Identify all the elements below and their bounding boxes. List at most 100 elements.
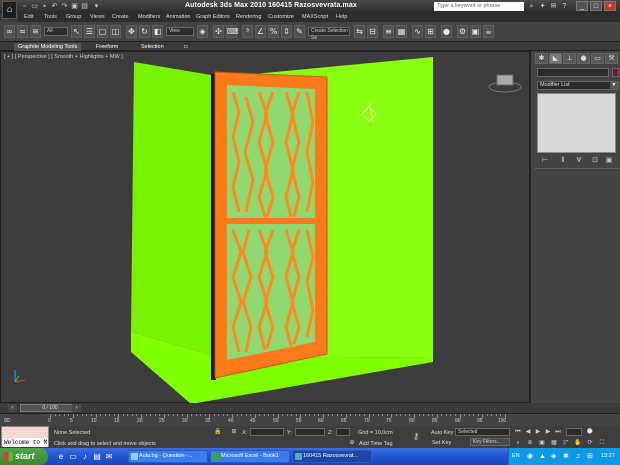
save-icon[interactable]: ▪ <box>40 2 49 11</box>
volume-icon[interactable]: ♫ <box>575 448 580 465</box>
snaps-toggle-icon[interactable]: ³ <box>242 25 253 38</box>
layer-manager-icon[interactable]: ≡ <box>383 25 394 38</box>
media-quicklaunch-icon[interactable]: ♪ <box>80 451 90 462</box>
link-icon[interactable]: ∞ <box>4 25 15 38</box>
zoom-all-icon[interactable]: ⊕ <box>526 439 534 447</box>
percent-snap-icon[interactable]: % <box>268 25 279 38</box>
minimize-button[interactable]: _ <box>576 1 588 11</box>
key-filters-button[interactable]: Key Filters... <box>470 438 510 446</box>
align-icon[interactable]: ⊟ <box>367 25 378 38</box>
tray-icon[interactable]: ◉ <box>527 448 533 465</box>
network-icon[interactable]: ⊞ <box>587 448 593 465</box>
selection-region-icon[interactable]: ▢ <box>97 25 108 38</box>
track-bar[interactable]: ⌧ 0 5 10 15 20 25 30 35 40 45 50 55 60 6… <box>0 413 620 426</box>
configure-sets-icon[interactable]: ▣ <box>605 156 613 165</box>
hold-icon[interactable]: ▣ <box>70 2 79 11</box>
render-production-icon[interactable]: ☕ <box>483 25 494 38</box>
menu-graph-editors[interactable]: Graph Editors <box>196 14 230 21</box>
create-tab-icon[interactable]: ✱ <box>535 53 548 64</box>
unlink-icon[interactable]: ≈ <box>17 25 28 38</box>
menu-customize[interactable]: Customize <box>268 14 294 21</box>
clock[interactable]: 13:27 <box>601 448 615 465</box>
subscription-icon[interactable]: ✦ <box>538 2 547 11</box>
time-tag-icon[interactable]: ⊕ <box>348 439 356 447</box>
maxscript-output[interactable]: Welcome to M <box>3 438 48 447</box>
open-file-icon[interactable]: ▭ <box>30 2 39 11</box>
search-input[interactable]: Type a keyword or phrase <box>434 2 524 11</box>
menu-maxscript[interactable]: MAXScript <box>302 14 328 21</box>
modifier-list-dropdown[interactable]: Modifier List ▼ <box>537 81 619 90</box>
select-and-move-icon[interactable]: ✥ <box>126 25 137 38</box>
modify-tab-icon[interactable]: ◣ <box>549 53 562 64</box>
schematic-view-icon[interactable]: ⊞ <box>425 25 436 38</box>
tab-freeform[interactable]: Freeform <box>92 43 122 51</box>
y-coordinate-field[interactable] <box>295 428 325 436</box>
next-frame-icon[interactable]: ▶ <box>544 428 552 436</box>
close-button[interactable]: × <box>604 1 616 11</box>
remove-modifier-icon[interactable]: ⊡ <box>591 156 599 165</box>
start-button[interactable]: start <box>0 448 48 465</box>
reference-coordinate-dropdown[interactable]: View <box>166 27 194 36</box>
menu-tools[interactable]: Tools <box>44 14 57 21</box>
communication-icon[interactable]: ✉ <box>549 2 558 11</box>
keyboard-shortcut-override-icon[interactable]: ⌨ <box>226 25 239 38</box>
menu-group[interactable]: Group <box>66 14 81 21</box>
menu-edit[interactable]: Edit <box>24 14 33 21</box>
menu-create[interactable]: Create <box>112 14 129 21</box>
tray-icon[interactable]: ▲ <box>539 448 546 465</box>
pan-icon[interactable]: ✋ <box>574 439 582 447</box>
search-icon[interactable]: ⌕ <box>527 2 536 11</box>
spinner-snap-icon[interactable]: ⇕ <box>281 25 292 38</box>
fetch-icon[interactable]: ▤ <box>80 2 89 11</box>
taskbar-item-3dsmax[interactable]: 160415 Razosvevrat... <box>292 450 372 463</box>
play-icon[interactable]: ▶ <box>534 428 542 436</box>
maximize-button[interactable]: □ <box>590 1 602 11</box>
previous-frame-icon[interactable]: ◀ <box>524 428 532 436</box>
zoom-icon[interactable]: ⌕ <box>514 439 522 447</box>
selection-filter-dropdown[interactable]: All <box>44 27 68 36</box>
auto-key-button[interactable]: Auto Key <box>431 430 453 436</box>
render-setup-icon[interactable]: ⚙ <box>457 25 468 38</box>
show-end-result-icon[interactable]: ‖ <box>559 156 567 165</box>
tab-graphite-modeling-tools[interactable]: Graphite Modeling Tools <box>14 43 82 51</box>
lock-selection-icon[interactable]: 🔒 <box>214 428 222 436</box>
perspective-viewport[interactable]: [ + ] [ Perspective ] [ Smooth + Highlig… <box>0 51 530 404</box>
object-name-field[interactable] <box>537 68 609 77</box>
tray-icon[interactable]: ◈ <box>551 448 556 465</box>
menu-animation[interactable]: Animation <box>166 14 190 21</box>
maxscript-listener[interactable]: Welcome to M <box>1 426 49 447</box>
undo-icon[interactable]: ↶ <box>50 2 59 11</box>
track-bar-toggle-icon[interactable]: ⌧ <box>4 418 10 424</box>
new-file-icon[interactable]: ▫ <box>20 2 29 11</box>
email-quicklaunch-icon[interactable]: ✉ <box>104 451 114 462</box>
add-time-tag[interactable]: Add Time Tag <box>359 441 393 447</box>
time-slider-next-icon[interactable]: › <box>72 404 81 412</box>
object-color-swatch[interactable] <box>612 68 619 77</box>
go-to-end-icon[interactable]: ⏭ <box>554 428 562 436</box>
modifier-stack[interactable] <box>537 93 616 153</box>
current-frame-field[interactable] <box>566 428 582 436</box>
utilities-tab-icon[interactable]: ⚒ <box>605 53 618 64</box>
taskbar-item-aula[interactable]: Aula.bg - Question -... <box>128 450 208 463</box>
edit-named-selection-icon[interactable]: ✎ <box>294 25 305 38</box>
desktop-quicklaunch-icon[interactable]: ▭ <box>68 451 78 462</box>
pin-stack-icon[interactable]: ⊢ <box>541 156 549 165</box>
key-icon[interactable]: ⚷ <box>412 432 420 441</box>
zoom-extents-icon[interactable]: ▣ <box>538 439 546 447</box>
absolute-mode-icon[interactable]: ⊞ <box>230 428 238 436</box>
window-crossing-icon[interactable]: ◫ <box>110 25 121 38</box>
zoom-extents-all-icon[interactable]: ▦ <box>550 439 558 447</box>
field-of-view-icon[interactable]: ◸ <box>562 439 570 447</box>
maximize-viewport-icon[interactable]: ⛶ <box>598 439 606 447</box>
bind-space-warp-icon[interactable]: ≋ <box>30 25 41 38</box>
menu-rendering[interactable]: Rendering <box>236 14 261 21</box>
tab-selection[interactable]: Selection <box>137 43 168 51</box>
go-to-start-icon[interactable]: ⏮ <box>514 428 522 436</box>
z-coordinate-field[interactable] <box>336 428 350 436</box>
graphite-toggle-icon[interactable]: ▦ <box>396 25 407 38</box>
tray-icon[interactable]: ✱ <box>563 448 569 465</box>
pivot-center-icon[interactable]: ◈ <box>197 25 208 38</box>
rendered-frame-window-icon[interactable]: ▣ <box>470 25 481 38</box>
angle-snap-icon[interactable]: ∠ <box>255 25 266 38</box>
set-key-button[interactable]: Set Key <box>432 440 451 446</box>
